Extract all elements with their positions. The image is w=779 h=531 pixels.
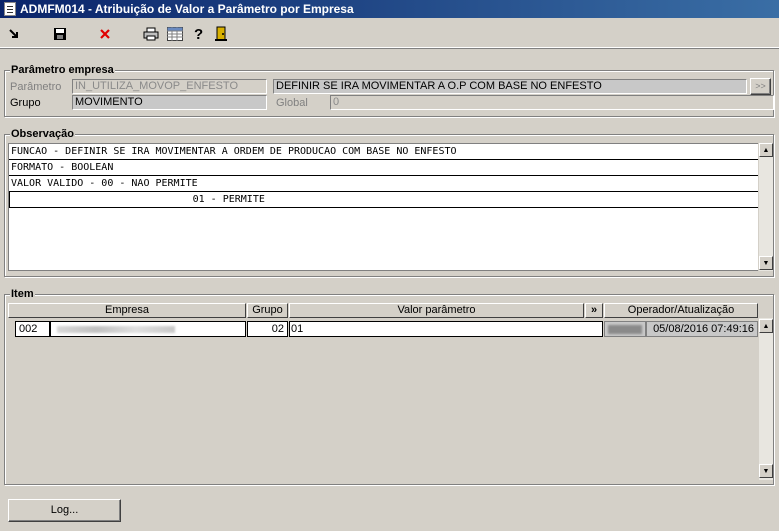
scroll-up-icon[interactable]: ▲ [759,319,773,333]
col-valor-header[interactable]: Valor parâmetro [289,303,584,318]
log-button[interactable]: Log... [8,499,121,522]
svg-text:?: ? [194,26,203,42]
redacted-empresa-name [57,326,175,333]
grupo-cell[interactable]: 02 [247,321,288,337]
obs-group-title: Observação [10,127,75,141]
operador-cell [604,321,646,337]
window-title: ADMFM014 - Atribuição de Valor a Parâmet… [20,2,354,16]
parametro-label: Parâmetro [10,81,62,93]
empresa-code-cell[interactable]: 002 [15,321,50,337]
print-icon[interactable] [141,24,161,44]
scroll-down-icon[interactable]: ▼ [759,256,773,270]
col-expand-header[interactable]: » [585,303,603,318]
parametro-field[interactable]: IN_UTILIZA_MOVOP_ENFESTO [72,79,267,94]
grid-icon[interactable] [165,24,185,44]
col-operador-header[interactable]: Operador/Atualização [604,303,758,318]
item-scrollbar[interactable]: ▲ ▼ [758,318,773,480]
obs-textarea[interactable]: FUNCAO - DEFINIR SE IRA MOVIMENTAR A ORD… [8,143,760,271]
door-icon[interactable] [211,24,231,44]
expand-param-button[interactable]: >> [750,78,771,95]
redacted-operador [608,325,642,334]
valor-cell[interactable]: 01 [289,321,603,337]
window-title-bar: ADMFM014 - Atribuição de Valor a Parâmet… [0,0,779,18]
toolbar: ? [0,20,779,48]
empresa-name-cell[interactable] [50,321,246,337]
obs-line: 01 - PERMITE [9,192,759,208]
param-group-title: Parâmetro empresa [10,63,115,77]
exit-icon[interactable] [4,24,24,44]
obs-line: FORMATO - BOOLEAN [9,160,759,176]
obs-scrollbar[interactable]: ▲ ▼ [758,143,773,271]
scroll-down-icon[interactable]: ▼ [759,464,773,478]
col-grupo-header[interactable]: Grupo [247,303,288,318]
global-field[interactable]: 0 [330,95,774,110]
app-icon [4,2,16,16]
global-label: Global [276,97,308,109]
scroll-up-icon[interactable]: ▲ [759,143,773,157]
delete-icon[interactable] [95,24,115,44]
save-icon[interactable] [50,24,70,44]
grupo-field[interactable]: MOVIMENTO [72,95,267,110]
help-icon[interactable]: ? [188,24,208,44]
obs-line: VALOR VALIDO - 00 - NAO PERMITE [9,176,759,192]
descricao-field[interactable]: DEFINIR SE IRA MOVIMENTAR A O.P COM BASE… [273,79,747,94]
atualizacao-cell: 05/08/2016 07:49:16 [646,321,758,337]
grupo-label: Grupo [10,97,41,109]
col-empresa-header[interactable]: Empresa [8,303,246,318]
obs-line: FUNCAO - DEFINIR SE IRA MOVIMENTAR A ORD… [9,144,759,160]
item-group-title: Item [10,287,35,301]
